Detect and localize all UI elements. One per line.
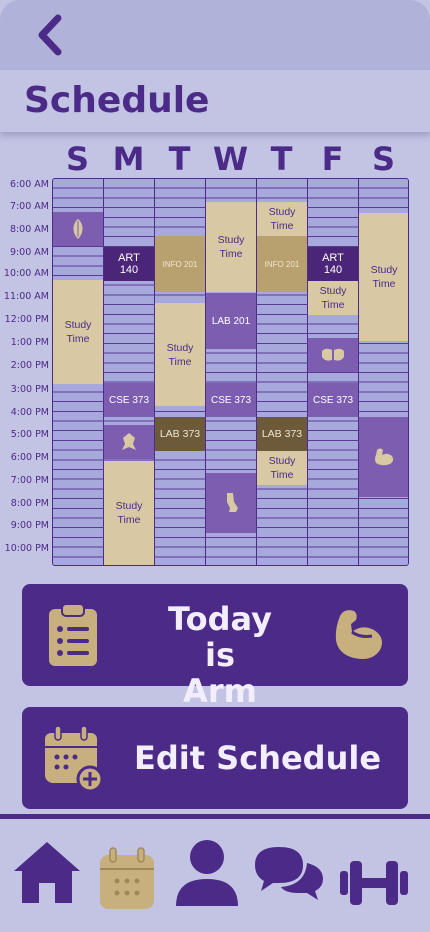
event-lab373-thursday[interactable]: LAB 373 <box>257 417 307 451</box>
day-tuesday: T <box>168 140 191 178</box>
day-thursday: T <box>270 140 293 178</box>
event-wednesday-study[interactable]: Study Time <box>206 202 256 292</box>
event-info201-thursday[interactable]: INFO 201 <box>257 236 307 292</box>
home-icon <box>14 842 80 903</box>
day-saturday: S <box>371 140 396 178</box>
time-label: 11:00 AM <box>3 291 49 302</box>
event-art140-monday[interactable]: ART 140 <box>104 247 154 281</box>
day-header-row: S M T W T F S <box>52 142 409 176</box>
top-bar <box>0 0 430 70</box>
event-sunday-workout[interactable] <box>53 212 103 246</box>
user-icon <box>176 840 238 906</box>
time-label: 10:00 AM <box>3 268 49 279</box>
time-label: 5:00 PM <box>10 429 49 440</box>
nav-chat[interactable] <box>253 845 325 905</box>
time-label: 8:00 AM <box>9 224 49 235</box>
event-cse373-monday[interactable]: CSE 373 <box>104 383 154 417</box>
torso-icon <box>122 433 136 450</box>
time-label: 6:00 AM <box>9 179 49 190</box>
day-monday: M <box>112 140 145 178</box>
title-bar: Schedule <box>0 70 430 132</box>
event-saturday-study[interactable]: Study Time <box>359 213 408 341</box>
day-sunday: S <box>65 140 90 178</box>
schedule-grid[interactable]: Study Time ART 140 CSE 373 Study Time IN… <box>52 178 409 566</box>
time-label: 1:00 PM <box>10 337 49 348</box>
calendar-icon <box>100 847 154 909</box>
today-label-line1: Today is <box>168 600 272 674</box>
event-art140-friday[interactable]: ART 140 <box>308 247 358 281</box>
time-label: 10:00 PM <box>4 543 49 554</box>
time-label: 9:00 AM <box>9 247 49 258</box>
time-label: 2:00 PM <box>10 360 49 371</box>
event-wednesday-workout[interactable] <box>206 473 256 533</box>
nav-fitness[interactable] <box>338 859 410 911</box>
event-cse373-wednesday[interactable]: CSE 373 <box>206 383 256 417</box>
time-label: 9:00 PM <box>10 520 49 531</box>
time-label: 4:00 PM <box>10 407 49 418</box>
time-label: 3:00 PM <box>10 384 49 395</box>
day-friday: F <box>321 140 344 178</box>
event-lab201-wednesday[interactable]: LAB 201 <box>206 293 256 349</box>
event-monday-study[interactable]: Study Time <box>104 461 154 565</box>
nav-profile[interactable] <box>174 839 240 911</box>
chat-icon <box>255 847 323 900</box>
event-saturday-workout[interactable] <box>359 417 408 497</box>
time-label: 7:00 PM <box>10 475 49 486</box>
time-label: 6:00 PM <box>10 452 49 463</box>
event-friday-study[interactable]: Study Time <box>308 281 358 315</box>
chest-icon <box>322 348 344 361</box>
today-workout-button[interactable]: Today is Arm Day <box>22 584 408 745</box>
flexed-biceps-icon <box>335 610 382 659</box>
nav-home[interactable] <box>12 839 82 909</box>
event-thursday-study[interactable]: Study Time <box>257 202 307 236</box>
bottom-nav <box>0 814 430 932</box>
event-tuesday-study[interactable]: Study Time <box>155 303 205 406</box>
dumbbell-icon <box>340 861 408 905</box>
nav-calendar[interactable] <box>99 847 155 915</box>
calendar-plus-icon <box>45 725 104 791</box>
leaf-icon <box>73 219 83 239</box>
edit-schedule-label: Edit Schedule <box>134 739 382 777</box>
edit-schedule-button[interactable]: Edit Schedule <box>22 707 408 809</box>
event-monday-workout[interactable] <box>104 425 154 459</box>
event-cse373-friday[interactable]: CSE 373 <box>308 383 358 417</box>
event-friday-workout[interactable] <box>308 338 358 372</box>
leg-icon <box>227 493 238 512</box>
event-lab373-tuesday[interactable]: LAB 373 <box>155 417 205 451</box>
time-label: 7:00 AM <box>9 201 49 212</box>
event-sunday-study[interactable]: Study Time <box>53 280 103 384</box>
time-label: 12:00 PM <box>4 314 49 325</box>
clipboard-list-icon <box>49 603 97 666</box>
event-thursday-evening-study[interactable]: Study Time <box>257 451 307 485</box>
day-wednesday: W <box>212 140 249 178</box>
flexed-biceps-small-icon <box>375 448 394 466</box>
event-info201-tuesday[interactable]: INFO 201 <box>155 236 205 292</box>
time-label: 8:00 PM <box>10 498 49 509</box>
